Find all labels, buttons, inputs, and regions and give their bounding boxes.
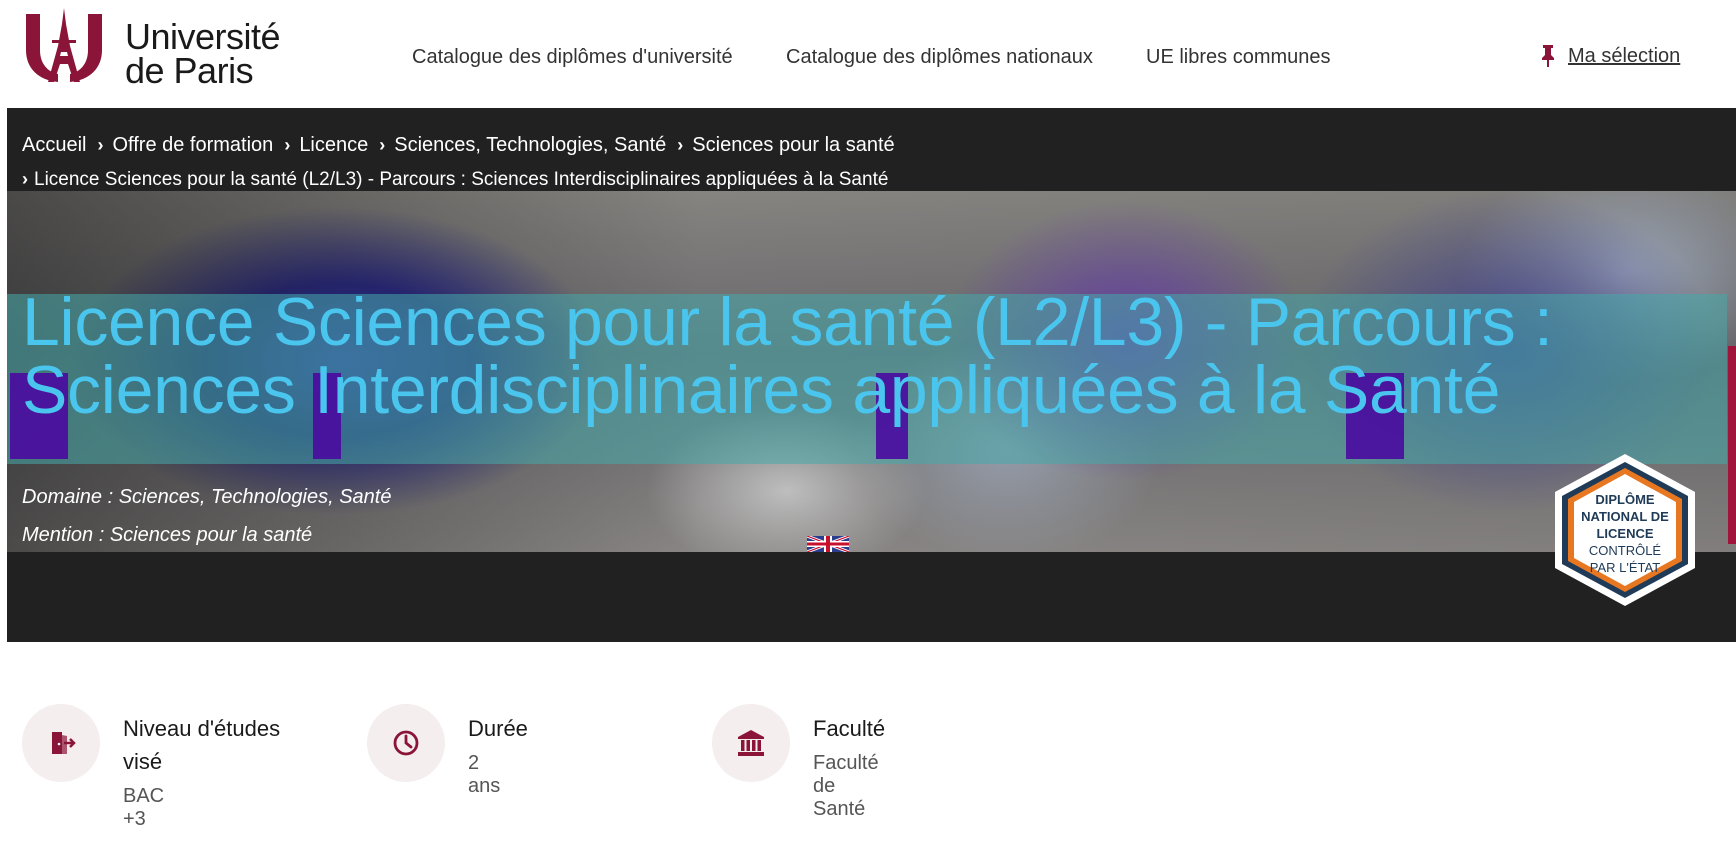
logo-text-line1: Université	[125, 16, 281, 57]
breadcrumb-domaine[interactable]: Sciences, Technologies, Santé	[394, 134, 666, 156]
breadcrumb: Accueil › Offre de formation › Licence › Scien…	[22, 128, 1722, 197]
badge-line-3: LICENCE	[1596, 526, 1653, 541]
info-icon-circle	[22, 704, 100, 782]
breadcrumb-mention[interactable]: Sciences pour la santé	[692, 134, 894, 156]
side-tab[interactable]	[1728, 346, 1736, 544]
clock-icon	[393, 730, 419, 756]
nav-ue-libres[interactable]: UE libres communes	[1146, 46, 1331, 69]
mention-text: Mention : Sciences pour la santé	[22, 524, 313, 546]
institution-icon	[738, 730, 764, 756]
my-selection-label: Ma sélection	[1568, 44, 1681, 67]
info-value-faculte: Faculté de Santé	[813, 752, 879, 820]
chevron-right-icon: ›	[22, 169, 28, 189]
domaine-text: Domaine : Sciences, Technologies, Santé	[22, 486, 392, 508]
door-exit-icon	[52, 732, 76, 754]
chevron-right-icon: ›	[677, 135, 684, 155]
university-logo[interactable]: Université de Paris	[22, 6, 322, 90]
nav-catalogue-nationaux[interactable]: Catalogue des diplômes nationaux	[786, 46, 1093, 69]
nav-catalogue-du[interactable]: Catalogue des diplômes d'université	[412, 46, 733, 69]
logo-wordmark: Université de Paris	[125, 16, 281, 91]
badge-line-1: DIPLÔME	[1595, 492, 1655, 507]
chevron-right-icon: ›	[97, 135, 104, 155]
badge-line-4: CONTRÔLÉ	[1589, 543, 1662, 558]
badge-line-2: NATIONAL DE	[1581, 509, 1669, 524]
logo-text-line2: de Paris	[125, 50, 254, 91]
breadcrumb-offre[interactable]: Offre de formation	[112, 134, 273, 156]
breadcrumb-accueil[interactable]: Accueil	[22, 134, 86, 156]
eiffel-tower-logo-icon	[26, 8, 102, 82]
info-value-niveau: BAC +3	[123, 785, 165, 830]
info-label-duree: Durée	[468, 716, 528, 741]
pin-icon	[1542, 45, 1554, 67]
breadcrumb-current: Licence Sciences pour la santé (L2/L3) -…	[34, 169, 889, 190]
info-label-faculte: Faculté	[813, 716, 886, 741]
site-header: Université de Paris Catalogue des diplôm…	[0, 0, 1736, 108]
diplome-national-badge: DIPLÔME NATIONAL DE LICENCE CONTRÔLÉ PAR…	[1555, 454, 1695, 606]
uk-flag-icon	[807, 536, 849, 552]
page-title: Licence Sciences pour la santé (L2/L3) -…	[22, 284, 1553, 428]
chevron-right-icon: ›	[379, 135, 386, 155]
info-icon-circle	[367, 704, 445, 782]
my-selection-button[interactable]: Ma sélection	[1538, 44, 1680, 68]
chevron-right-icon: ›	[284, 135, 291, 155]
info-icon-circle	[712, 704, 790, 782]
info-label-niveau: Niveau d'études visé	[123, 716, 281, 774]
hero-banner: Accueil › Offre de formation › Licence › Scien…	[7, 108, 1736, 642]
breadcrumb-licence[interactable]: Licence	[299, 134, 368, 156]
info-value-duree: 2 ans	[468, 752, 501, 797]
badge-line-5: PAR L'ÉTAT	[1590, 560, 1660, 575]
